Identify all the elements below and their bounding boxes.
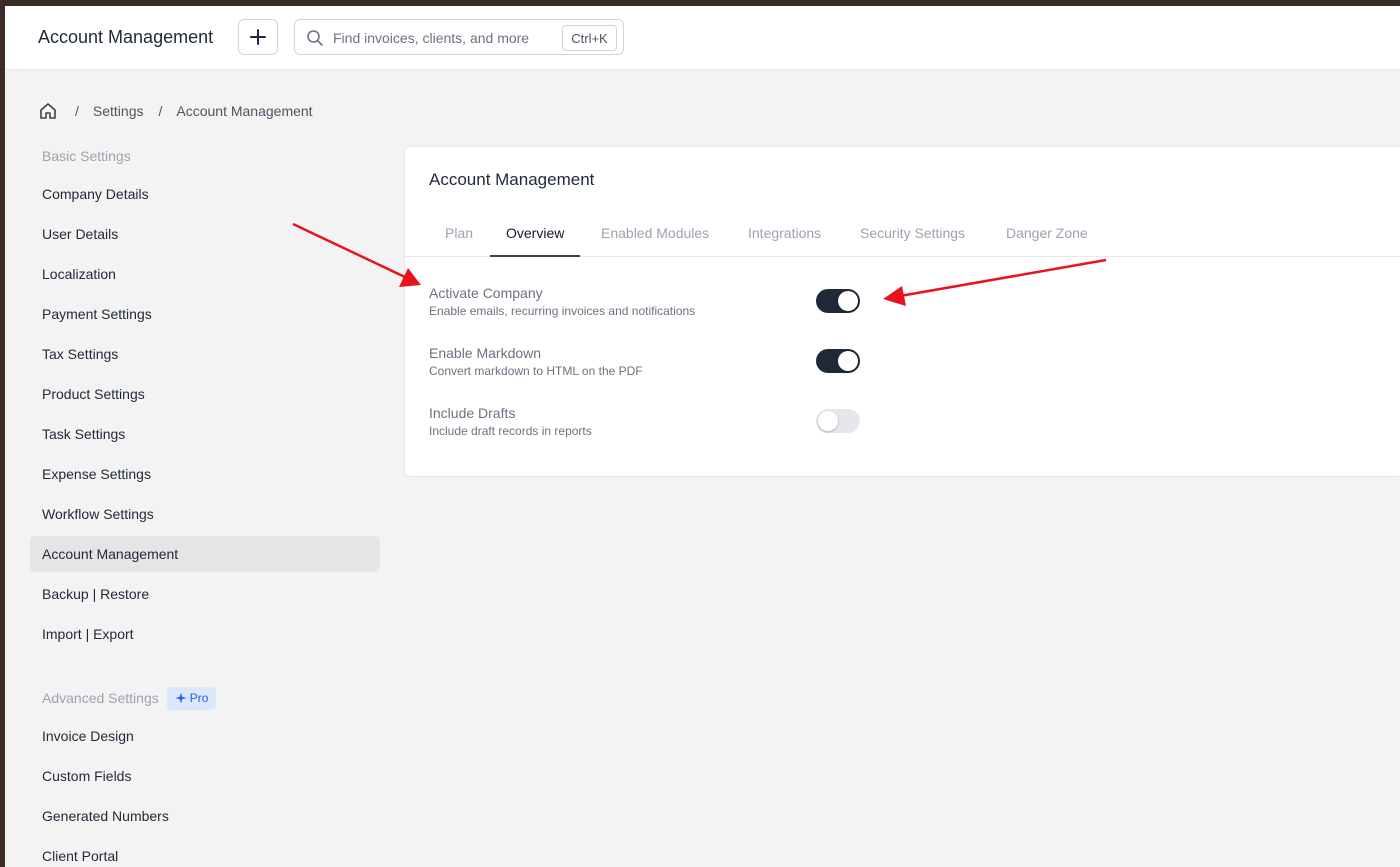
sparkle-icon (175, 692, 187, 704)
sidebar-item-product-settings[interactable]: Product Settings (30, 376, 380, 412)
pro-badge: Pro (166, 686, 217, 710)
setting-title: Activate Company (429, 285, 543, 301)
sidebar-item-import-export[interactable]: Import | Export (30, 616, 380, 652)
enable-markdown-toggle[interactable] (816, 349, 860, 373)
sidebar-item-invoice-design[interactable]: Invoice Design (30, 718, 380, 754)
tab-enabled-modules[interactable]: Enabled Modules (585, 217, 725, 257)
sidebar-group-basic: Basic Settings (42, 148, 131, 164)
setting-activate-company: Activate Company Enable emails, recurrin… (429, 285, 695, 318)
sidebar-item-account-management[interactable]: Account Management (30, 536, 380, 572)
sidebar-item-generated-numbers[interactable]: Generated Numbers (30, 798, 380, 834)
toggle-knob (838, 351, 858, 371)
account-management-card: Account Management Plan Overview Enabled… (404, 146, 1400, 477)
shortcut-hint: Ctrl+K (562, 25, 617, 51)
sidebar-item-user-details[interactable]: User Details (30, 216, 380, 252)
setting-enable-markdown: Enable Markdown Convert markdown to HTML… (429, 345, 643, 378)
tab-integrations[interactable]: Integrations (732, 217, 837, 257)
search-input[interactable]: Find invoices, clients, and more Ctrl+K (294, 19, 624, 55)
tab-security-settings[interactable]: Security Settings (844, 217, 981, 257)
setting-description: Enable emails, recurring invoices and no… (429, 304, 696, 318)
plus-icon (250, 29, 266, 45)
sidebar-item-custom-fields[interactable]: Custom Fields (30, 758, 380, 794)
sidebar-item-localization[interactable]: Localization (30, 256, 380, 292)
sidebar-group-advanced: Advanced Settings Pro (30, 678, 380, 718)
setting-title: Enable Markdown (429, 345, 542, 361)
top-bar: Account Management Find invoices, client… (5, 6, 1400, 70)
breadcrumb-separator: / (75, 103, 79, 119)
app-window: Account Management Find invoices, client… (5, 6, 1400, 867)
setting-title: Include Drafts (429, 405, 516, 421)
sidebar-item-workflow-settings[interactable]: Workflow Settings (30, 496, 380, 532)
breadcrumb: / Settings / Account Management (38, 100, 328, 122)
search-icon (307, 30, 323, 46)
tab-bar: Plan Overview Enabled Modules Integratio… (405, 217, 1400, 257)
sidebar-item-tax-settings[interactable]: Tax Settings (30, 336, 380, 372)
tab-danger-zone[interactable]: Danger Zone (990, 217, 1104, 257)
search-placeholder: Find invoices, clients, and more (333, 30, 530, 46)
settings-sidebar: Basic Settings Company Details User Deta… (30, 136, 380, 867)
activate-company-toggle[interactable] (816, 289, 860, 313)
breadcrumb-settings[interactable]: Settings (93, 103, 144, 119)
home-icon[interactable] (38, 101, 58, 121)
breadcrumb-separator: / (158, 103, 163, 119)
toggle-knob (838, 291, 858, 311)
sidebar-item-payment-settings[interactable]: Payment Settings (30, 296, 380, 332)
sidebar-item-client-portal[interactable]: Client Portal (30, 838, 380, 867)
tab-plan[interactable]: Plan (429, 217, 489, 257)
setting-description: Convert markdown to HTML on the PDF (429, 364, 643, 378)
sidebar-item-expense-settings[interactable]: Expense Settings (30, 456, 380, 492)
card-title: Account Management (429, 170, 595, 189)
setting-include-drafts: Include Drafts Include draft records in … (429, 405, 592, 438)
pro-badge-label: Pro (189, 691, 209, 705)
toggle-knob (818, 411, 838, 431)
setting-description: Include draft records in reports (429, 424, 592, 438)
include-drafts-toggle[interactable] (816, 409, 860, 433)
page-title: Account Management (38, 27, 214, 47)
sidebar-group-advanced-label: Advanced Settings (42, 690, 159, 706)
create-new-button[interactable] (238, 19, 278, 55)
sidebar-item-task-settings[interactable]: Task Settings (30, 416, 380, 452)
breadcrumb-account-management[interactable]: Account Management (176, 103, 312, 119)
sidebar-item-company-details[interactable]: Company Details (30, 176, 380, 212)
sidebar-item-backup-restore[interactable]: Backup | Restore (30, 576, 380, 612)
tab-overview[interactable]: Overview (490, 217, 581, 257)
